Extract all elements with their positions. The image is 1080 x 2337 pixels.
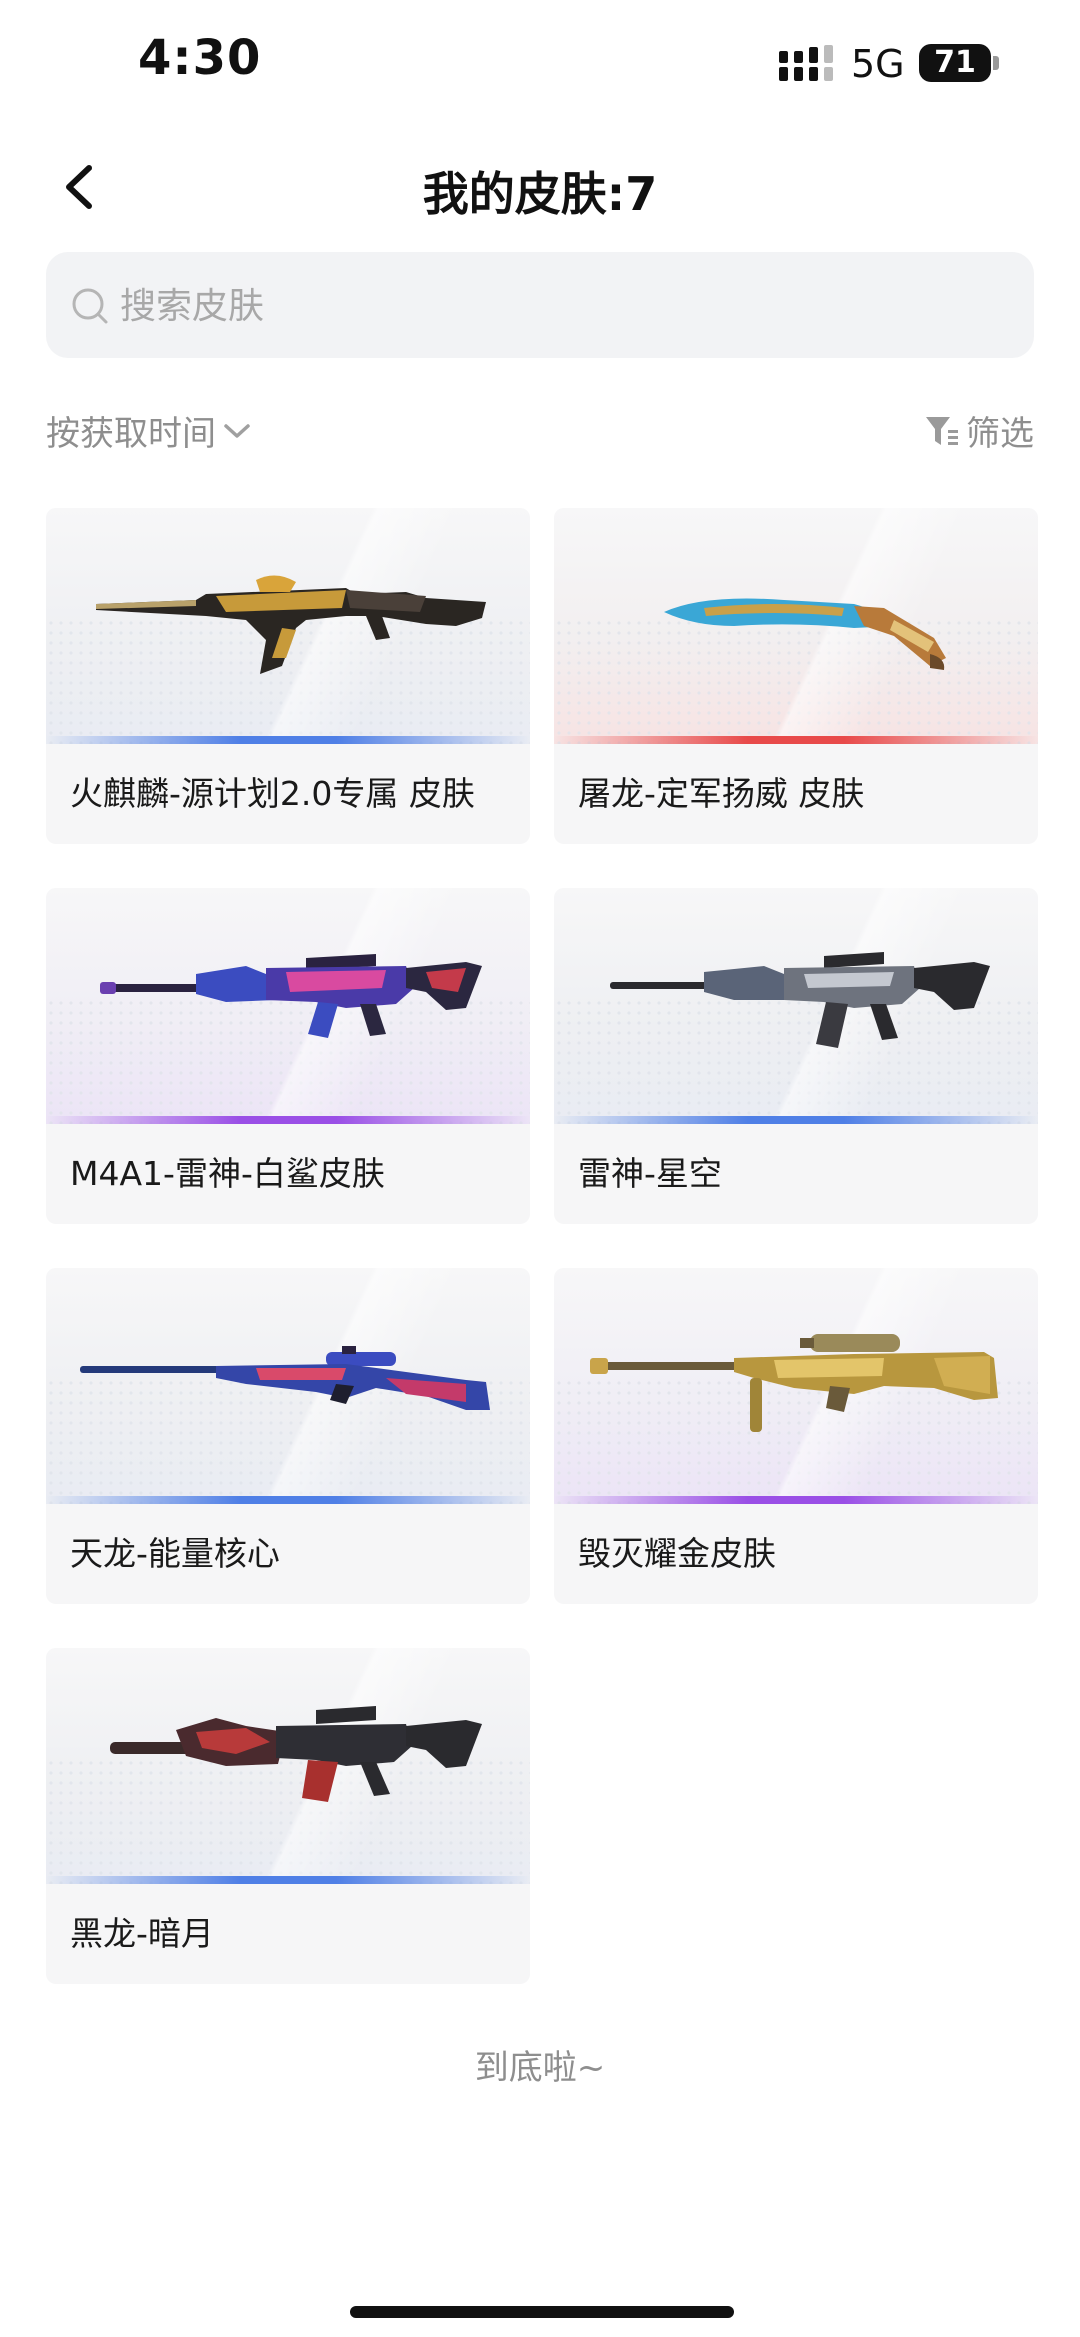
skin-card[interactable]: 屠龙-定军扬威 皮肤 — [554, 508, 1038, 844]
skin-name: 天龙-能量核心 — [70, 1534, 280, 1573]
skin-name: 雷神-星空 — [578, 1154, 722, 1193]
rarity-bar — [554, 736, 1038, 744]
skin-name: M4A1-雷神-白鲨皮肤 — [70, 1154, 385, 1193]
rifle-ak-gold-icon — [96, 575, 486, 674]
rarity-bar — [46, 1876, 530, 1884]
status-time: 4:30 — [138, 30, 262, 86]
rarity-bar — [46, 1116, 530, 1124]
skin-card[interactable]: 雷神-星空 — [554, 888, 1038, 1224]
skin-card[interactable]: M4A1-雷神-白鲨皮肤 — [46, 888, 530, 1224]
rifle-m4-silver-icon — [610, 952, 990, 1048]
skin-name: 屠龙-定军扬威 皮肤 — [578, 774, 865, 813]
search-bar[interactable] — [46, 252, 1034, 360]
status-bar: 4:30 5G 71 — [0, 0, 1080, 120]
skin-name: 黑龙-暗月 — [70, 1914, 214, 1953]
rifle-m4-purple-icon — [100, 954, 482, 1038]
skin-image — [46, 1648, 530, 1884]
rarity-bar — [46, 736, 530, 744]
rarity-bar — [46, 1496, 530, 1504]
sort-label: 按获取时间 — [46, 414, 216, 454]
skin-name: 毁灭耀金皮肤 — [578, 1534, 776, 1573]
knife-dragon-icon — [664, 598, 946, 670]
sort-dropdown[interactable]: 按获取时间 — [46, 406, 252, 455]
filter-button[interactable]: 筛选 — [924, 406, 1034, 455]
skin-card[interactable]: 毁灭耀金皮肤 — [554, 1268, 1038, 1604]
battery-icon: 71 — [919, 44, 991, 82]
rifle-m4-red-icon — [110, 1706, 482, 1802]
skin-image — [554, 508, 1038, 744]
rarity-bar — [554, 1496, 1038, 1504]
skin-card[interactable]: 黑龙-暗月 — [46, 1648, 530, 1984]
skin-image — [46, 888, 530, 1124]
skin-image — [46, 508, 530, 744]
chevron-down-icon — [224, 423, 250, 438]
list-end-text: 到底啦~ — [474, 2048, 606, 2088]
signal-icon — [779, 45, 833, 81]
sniper-barrett-gold-icon — [590, 1334, 998, 1432]
battery-nub — [993, 56, 999, 70]
page-title: 我的皮肤:7 — [422, 167, 658, 221]
rarity-bar — [554, 1116, 1038, 1124]
skin-image — [46, 1268, 530, 1504]
search-icon — [72, 288, 108, 324]
skin-image — [554, 888, 1038, 1124]
skin-card[interactable]: 天龙-能量核心 — [46, 1268, 530, 1604]
skin-card[interactable]: 火麒麟-源计划2.0专属 皮肤 — [46, 508, 530, 844]
home-indicator[interactable] — [350, 2306, 734, 2318]
skin-name: 火麒麟-源计划2.0专属 皮肤 — [70, 774, 475, 813]
search-input[interactable] — [118, 252, 1002, 360]
filter-icon — [926, 416, 958, 445]
filter-label: 筛选 — [966, 414, 1034, 454]
skin-image — [554, 1268, 1038, 1504]
network-type: 5G — [851, 42, 905, 86]
sniper-awp-blue-icon — [80, 1346, 490, 1410]
